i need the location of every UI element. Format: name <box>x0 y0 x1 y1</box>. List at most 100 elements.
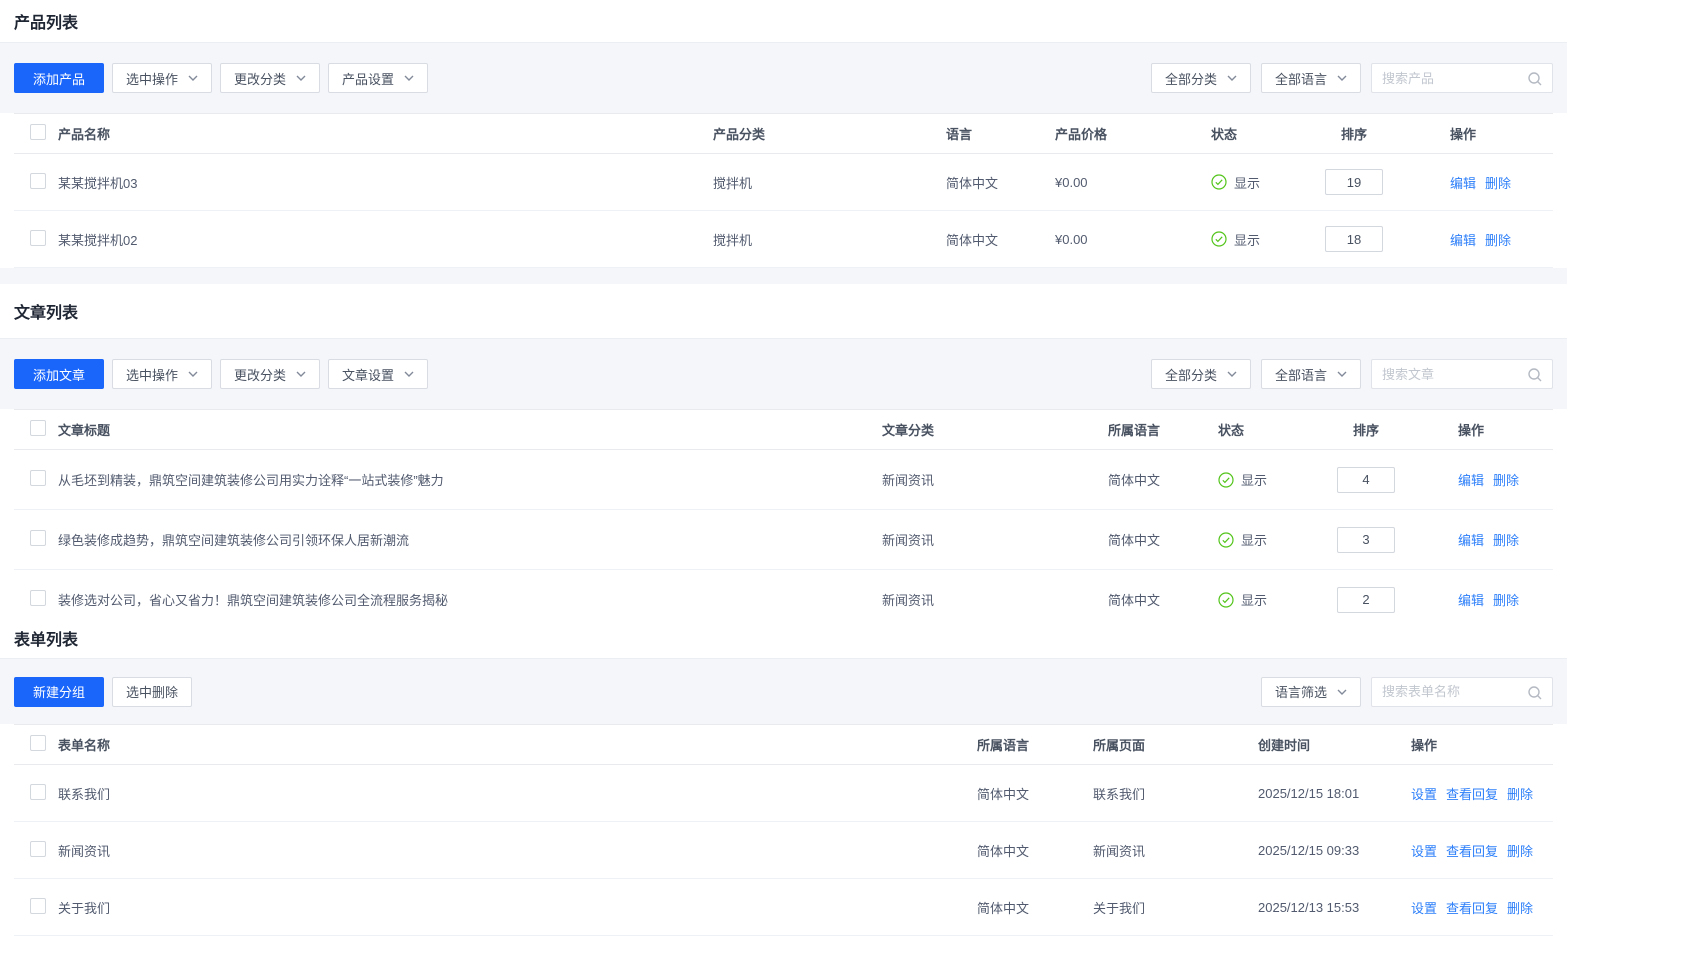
filter-language-dropdown[interactable]: 全部语言 <box>1261 63 1361 93</box>
delete-link[interactable]: 删除 <box>1507 901 1533 916</box>
product-search-input[interactable] <box>1372 64 1552 92</box>
table-row: 装修选对公司，省心又省力！鼎筑空间建筑装修公司全流程服务揭秘 新闻资讯 简体中文… <box>14 570 1553 618</box>
article-language: 简体中文 <box>1108 530 1218 549</box>
settings-link[interactable]: 设置 <box>1411 901 1437 916</box>
search-icon[interactable] <box>1527 685 1543 701</box>
status-label: 显示 <box>1234 230 1260 249</box>
product-toolbar-right: 全部分类 全部语言 <box>1151 63 1553 93</box>
column-header-sort: 排序 <box>1337 420 1458 439</box>
sort-order-input[interactable] <box>1337 587 1395 613</box>
add-article-button[interactable]: 添加文章 <box>14 359 104 389</box>
filter-language-dropdown[interactable]: 全部语言 <box>1261 359 1361 389</box>
column-header-category: 产品分类 <box>713 124 946 143</box>
table-row: 绿色装修成趋势，鼎筑空间建筑装修公司引领环保人居新潮流 新闻资讯 简体中文 显示… <box>14 510 1553 570</box>
bulk-actions-dropdown[interactable]: 选中操作 <box>112 63 212 93</box>
delete-selected-label: 选中删除 <box>126 682 178 701</box>
row-checkbox[interactable] <box>30 590 46 606</box>
article-title: 装修选对公司，省心又省力！鼎筑空间建筑装修公司全流程服务揭秘 <box>58 590 882 609</box>
filter-category-dropdown[interactable]: 全部分类 <box>1151 359 1251 389</box>
sort-order-input[interactable] <box>1337 527 1395 553</box>
bulk-actions-label: 选中操作 <box>126 69 178 88</box>
delete-selected-button[interactable]: 选中删除 <box>112 677 192 707</box>
sort-order-input[interactable] <box>1337 467 1395 493</box>
select-all-checkbox[interactable] <box>30 735 46 751</box>
filter-category-dropdown[interactable]: 全部分类 <box>1151 63 1251 93</box>
row-actions: 设置查看回复删除 <box>1411 898 1553 917</box>
edit-link[interactable]: 编辑 <box>1450 233 1476 248</box>
edit-link[interactable]: 编辑 <box>1458 593 1484 608</box>
article-table: 文章标题 文章分类 所属语言 状态 排序 操作 从毛坯到精装，鼎筑空间建筑装修公… <box>14 409 1553 618</box>
filter-language-label: 语言筛选 <box>1275 682 1327 701</box>
change-category-dropdown[interactable]: 更改分类 <box>220 359 320 389</box>
form-search-input[interactable] <box>1372 678 1552 706</box>
article-category: 新闻资讯 <box>882 530 1108 549</box>
change-category-dropdown[interactable]: 更改分类 <box>220 63 320 93</box>
product-category: 搅拌机 <box>713 230 946 249</box>
table-row: 联系我们 简体中文 联系我们 2025/12/15 18:01 设置查看回复删除 <box>14 765 1553 822</box>
chevron-down-icon <box>188 371 198 377</box>
edit-link[interactable]: 编辑 <box>1458 533 1484 548</box>
row-checkbox[interactable] <box>30 784 46 800</box>
page-title: 文章列表 <box>14 299 78 323</box>
sort-order-input[interactable] <box>1325 226 1383 252</box>
select-all-checkbox[interactable] <box>30 420 46 436</box>
column-header-actions: 操作 <box>1458 420 1553 439</box>
view-replies-link[interactable]: 查看回复 <box>1446 844 1498 859</box>
check-circle-icon <box>1218 472 1234 488</box>
chevron-down-icon <box>296 75 306 81</box>
delete-link[interactable]: 删除 <box>1493 533 1519 548</box>
form-created: 2025/12/13 15:53 <box>1258 900 1411 915</box>
status-badge: 显示 <box>1218 590 1337 609</box>
column-header-category: 文章分类 <box>882 420 1108 439</box>
delete-link[interactable]: 删除 <box>1507 844 1533 859</box>
article-language: 简体中文 <box>1108 590 1218 609</box>
delete-link[interactable]: 删除 <box>1493 473 1519 488</box>
edit-link[interactable]: 编辑 <box>1450 176 1476 191</box>
article-title: 从毛坯到精装，鼎筑空间建筑装修公司用实力诠释“一站式装修”魅力 <box>58 470 882 489</box>
delete-link[interactable]: 删除 <box>1485 233 1511 248</box>
status-label: 显示 <box>1241 530 1267 549</box>
product-settings-dropdown[interactable]: 产品设置 <box>328 63 428 93</box>
form-language: 简体中文 <box>977 784 1093 803</box>
search-icon[interactable] <box>1527 367 1543 383</box>
form-toolbar-right: 语言筛选 <box>1261 677 1553 707</box>
check-circle-icon <box>1211 231 1227 247</box>
delete-link[interactable]: 删除 <box>1485 176 1511 191</box>
select-all-checkbox[interactable] <box>30 124 46 140</box>
view-replies-link[interactable]: 查看回复 <box>1446 901 1498 916</box>
row-actions: 编辑删除 <box>1458 590 1553 609</box>
form-created: 2025/12/15 18:01 <box>1258 786 1411 801</box>
row-checkbox[interactable] <box>30 841 46 857</box>
article-search-input[interactable] <box>1372 360 1552 388</box>
row-checkbox[interactable] <box>30 173 46 189</box>
search-icon[interactable] <box>1527 71 1543 87</box>
row-checkbox[interactable] <box>30 230 46 246</box>
form-language: 简体中文 <box>977 841 1093 860</box>
sort-order-input[interactable] <box>1325 169 1383 195</box>
add-product-button[interactable]: 添加产品 <box>14 63 104 93</box>
table-row: 某某搅拌机02 搅拌机 简体中文 ¥0.00 显示 编辑删除 <box>14 211 1553 268</box>
product-category: 搅拌机 <box>713 173 946 192</box>
filter-language-dropdown[interactable]: 语言筛选 <box>1261 677 1361 707</box>
row-checkbox[interactable] <box>30 470 46 486</box>
product-language: 简体中文 <box>946 173 1055 192</box>
product-toolbar: 添加产品 选中操作 更改分类 产品设置 全部分类 全部语言 <box>0 42 1567 113</box>
bulk-actions-label: 选中操作 <box>126 365 178 384</box>
edit-link[interactable]: 编辑 <box>1458 473 1484 488</box>
row-checkbox[interactable] <box>30 530 46 546</box>
chevron-down-icon <box>1227 75 1237 81</box>
filter-language-label: 全部语言 <box>1275 69 1327 88</box>
table-row: 某某搅拌机03 搅拌机 简体中文 ¥0.00 显示 编辑删除 <box>14 154 1553 211</box>
settings-link[interactable]: 设置 <box>1411 844 1437 859</box>
article-category: 新闻资讯 <box>882 590 1108 609</box>
article-table-header: 文章标题 文章分类 所属语言 状态 排序 操作 <box>14 410 1553 450</box>
delete-link[interactable]: 删除 <box>1507 787 1533 802</box>
settings-link[interactable]: 设置 <box>1411 787 1437 802</box>
view-replies-link[interactable]: 查看回复 <box>1446 787 1498 802</box>
bulk-actions-dropdown[interactable]: 选中操作 <box>112 359 212 389</box>
article-section-header: 文章列表 <box>0 284 1567 338</box>
row-checkbox[interactable] <box>30 898 46 914</box>
article-settings-dropdown[interactable]: 文章设置 <box>328 359 428 389</box>
delete-link[interactable]: 删除 <box>1493 593 1519 608</box>
new-group-button[interactable]: 新建分组 <box>14 677 104 707</box>
